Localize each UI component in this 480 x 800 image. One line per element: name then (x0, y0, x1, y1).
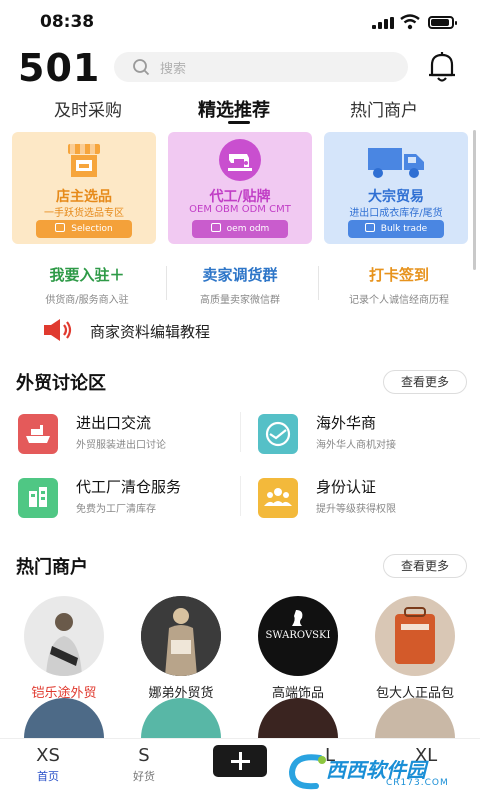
forum-item-overseas[interactable]: 海外华商 海外华人商机对接 (258, 410, 480, 460)
battery-icon (428, 16, 457, 29)
card-subtitle: 一手跃货选品专区 (44, 208, 124, 219)
card-subtitle: 进出口成衣库存/尾货 (349, 208, 443, 219)
card-bulk-trade[interactable]: 大宗贸易 进出口成衣库存/尾货 Bulk trade (324, 132, 468, 244)
handshake-icon (258, 414, 298, 454)
forum-item-verification[interactable]: 身份认证 提升等级获得权限 (258, 474, 480, 524)
status-bar: 08:38 (0, 0, 480, 44)
signal-icon (372, 17, 394, 29)
merchant-avatar (141, 596, 221, 676)
divider (318, 266, 319, 300)
ship-icon (18, 414, 58, 454)
search-input[interactable]: 搜索 (114, 52, 408, 82)
merchants-more-button[interactable]: 查看更多 (383, 554, 467, 578)
shop-icon (55, 223, 66, 232)
tab-hot-merchants[interactable]: 热门商户 (350, 96, 418, 121)
watermark-sub: CR173.COM (386, 778, 449, 788)
nav-icon-s: S (138, 745, 150, 766)
forum-item-title: 海外华商 (316, 414, 377, 432)
seller-group-subtitle: 高质量卖家微信群 (200, 295, 280, 306)
merchant-avatar (24, 596, 104, 676)
sewing-machine-icon (219, 139, 261, 181)
search-icon (133, 59, 150, 76)
nav-label: 首页 (37, 770, 59, 783)
tab-timely-purchase[interactable]: 及时采购 (54, 96, 122, 121)
forum-item-factory-clearance[interactable]: 代工厂清仓服务 免费为工厂清库存 (18, 474, 248, 524)
card-pill: Selection (36, 220, 132, 238)
watermark: 西西软件园 CR173.COM (286, 752, 476, 792)
nav-goods[interactable]: S 好货 (114, 745, 174, 784)
merchant-avatar (375, 596, 455, 676)
card-pill: Bulk trade (348, 220, 444, 238)
forum-item-subtitle: 外贸服装进出口讨论 (76, 440, 166, 451)
nav-label: 好货 (133, 770, 155, 783)
checkin-title: 打卡签到 (368, 266, 429, 284)
divider (240, 412, 241, 452)
merchant-logo-text: SWAROVSKI (265, 630, 331, 641)
card-title: 店主选品 (56, 189, 112, 205)
merchant-avatar: SWAROVSKI (258, 596, 338, 676)
join-action[interactable]: 我要入驻＋ 供货商/服务商入驻 (12, 264, 162, 306)
join-subtitle: 供货商/服务商入驻 (45, 295, 129, 306)
scrollbar[interactable] (473, 130, 476, 270)
merchant-card[interactable]: 包大人正品包 (365, 596, 465, 701)
nav-icon-xs: XS (36, 745, 60, 766)
forum-item-subtitle: 提升等级获得权限 (316, 504, 396, 515)
group-icon (258, 478, 298, 518)
sewing-icon (210, 223, 221, 232)
merchant-card[interactable]: SWAROVSKI 高端饰品 (248, 596, 348, 701)
add-post-button[interactable] (213, 745, 267, 777)
tab-featured[interactable]: 精选推荐 (198, 96, 270, 122)
tutorial-link[interactable]: 商家资料编辑教程 (90, 321, 210, 342)
bell-icon[interactable] (426, 50, 458, 84)
truck-icon (368, 148, 424, 178)
card-title: 代工/贴牌 (209, 189, 271, 205)
card-title: 大宗贸易 (368, 189, 424, 205)
card-oem[interactable]: 代工/贴牌 OEM OBM ODM CMT oem odm (168, 132, 312, 244)
search-placeholder: 搜索 (160, 62, 187, 77)
tab-indicator (228, 121, 250, 124)
seller-group-action[interactable]: 卖家调货群 高质量卖家微信群 (165, 264, 315, 306)
card-pill: oem odm (192, 220, 288, 238)
forum-item-import-export[interactable]: 进出口交流 外贸服装进出口讨论 (18, 410, 248, 460)
merchant-card[interactable]: 铠乐途外贸 (14, 596, 114, 701)
speaker-icon (44, 319, 72, 341)
building-icon (364, 223, 375, 232)
seller-group-title: 卖家调货群 (202, 266, 278, 284)
top-tabs: 及时采购 精选推荐 热门商户 (0, 92, 480, 126)
forum-item-title: 身份认证 (316, 478, 377, 496)
forum-item-subtitle: 免费为工厂清库存 (76, 504, 156, 515)
forum-item-title: 进出口交流 (76, 414, 152, 432)
card-shop-selection[interactable]: 店主选品 一手跃货选品专区 Selection (12, 132, 156, 244)
wifi-icon (400, 14, 420, 30)
forum-more-button[interactable]: 查看更多 (383, 370, 467, 394)
merchant-card[interactable]: 娜弟外贸货 (131, 596, 231, 701)
app-logo: 501 (18, 46, 101, 90)
card-subtitle: OEM OBM ODM CMT (189, 204, 291, 215)
forum-item-subtitle: 海外华人商机对接 (316, 440, 396, 451)
forum-section-title: 外贸讨论区 (16, 373, 106, 394)
divider (240, 476, 241, 516)
storefront-icon (68, 144, 100, 177)
checkin-subtitle: 记录个人诚信经商历程 (349, 295, 449, 306)
factory-icon (18, 478, 58, 518)
forum-item-title: 代工厂清仓服务 (76, 478, 182, 496)
checkin-action[interactable]: 打卡签到 记录个人诚信经商历程 (324, 264, 474, 306)
status-time: 08:38 (40, 12, 95, 32)
merchants-section-title: 热门商户 (16, 557, 88, 578)
nav-home[interactable]: XS 首页 (18, 745, 78, 784)
join-title: 我要入驻＋ (49, 266, 125, 284)
